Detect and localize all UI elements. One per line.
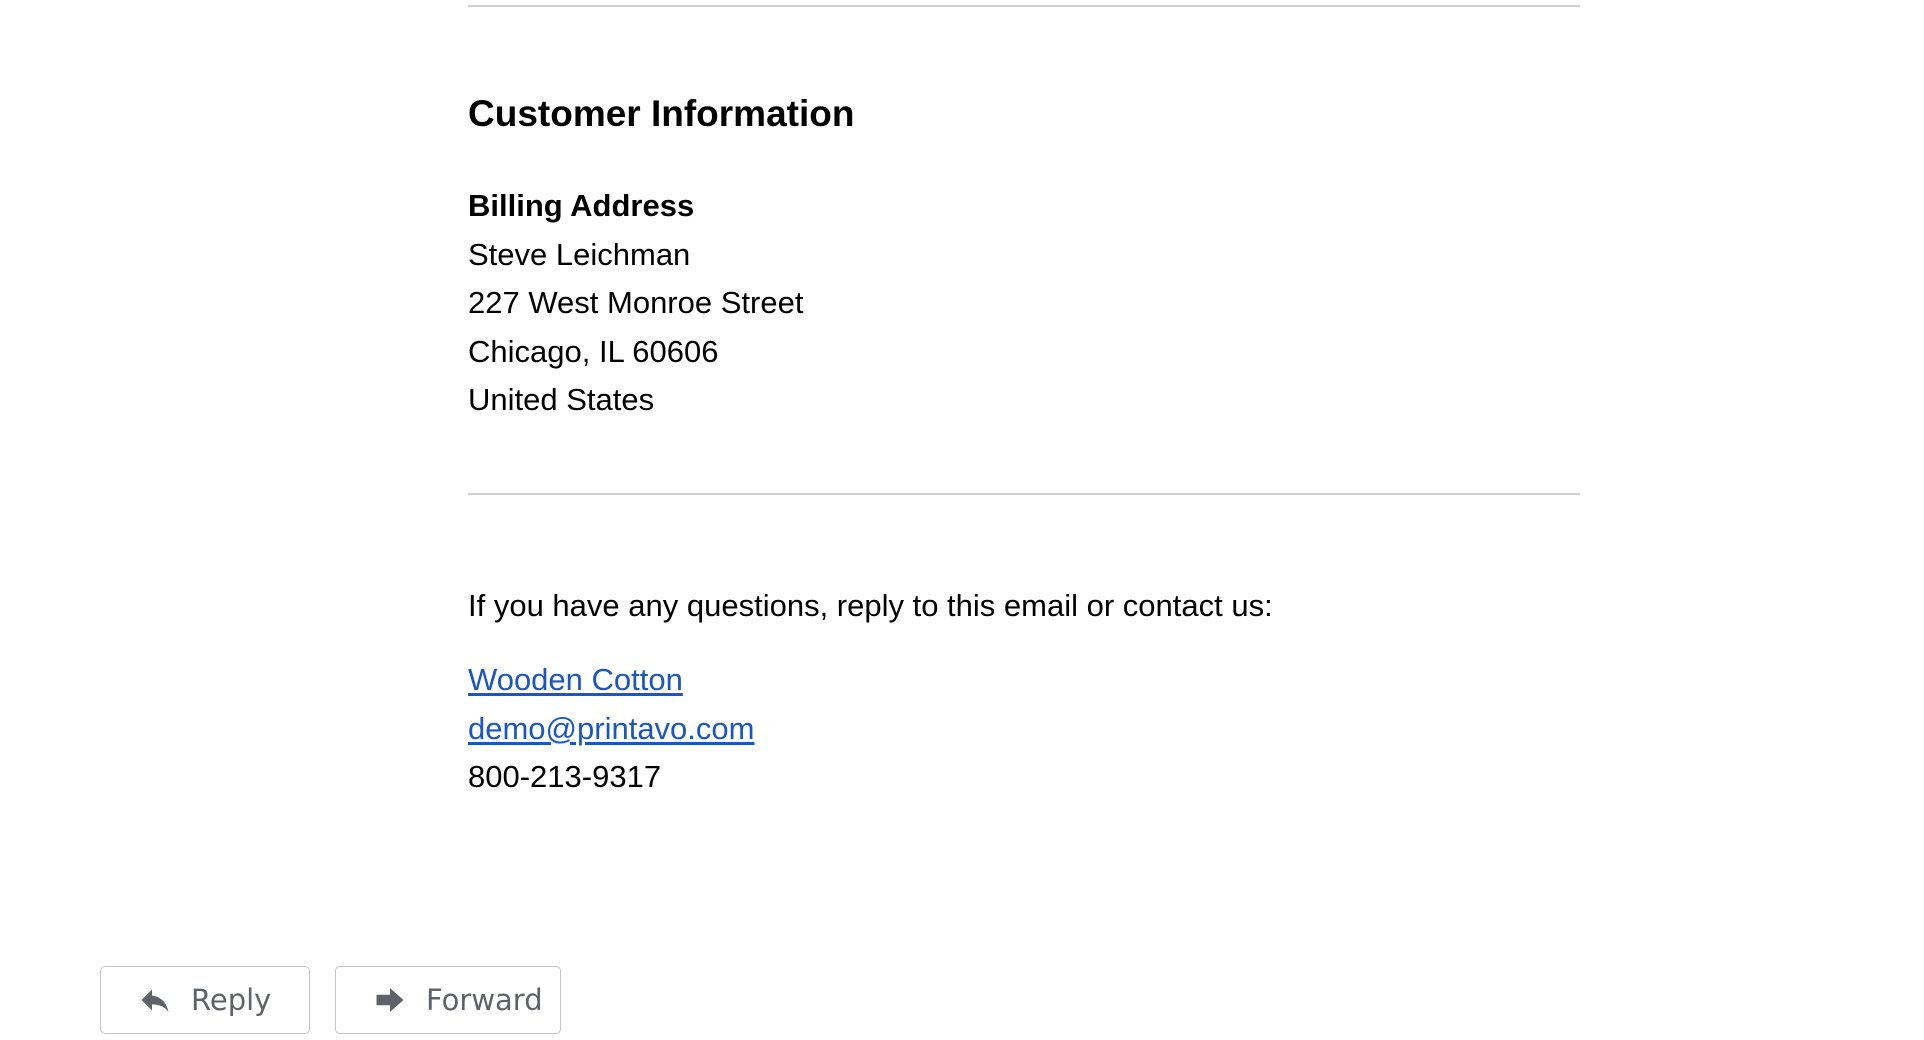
- reply-icon: [137, 982, 173, 1018]
- billing-street: 227 West Monroe Street: [468, 285, 804, 320]
- reply-button[interactable]: Reply: [100, 966, 310, 1034]
- middle-divider: [468, 493, 1580, 495]
- customer-information-heading: Customer Information: [468, 93, 855, 134]
- email-body: Customer Information Billing Address Ste…: [0, 0, 1924, 1040]
- forward-label: Forward: [426, 983, 543, 1017]
- contact-details: Wooden Cotton demo@printavo.com 800-213-…: [468, 656, 754, 802]
- reply-label: Reply: [191, 983, 272, 1017]
- billing-address-label: Billing Address: [468, 188, 695, 223]
- billing-country: United States: [468, 382, 655, 417]
- contact-intro-text: If you have any questions, reply to this…: [468, 588, 1273, 623]
- forward-button[interactable]: Forward: [335, 966, 561, 1034]
- phone-number: 800-213-9317: [468, 759, 662, 794]
- email-link[interactable]: demo@printavo.com: [468, 705, 754, 754]
- billing-name: Steve Leichman: [468, 236, 691, 272]
- forward-icon: [372, 982, 408, 1018]
- company-link[interactable]: Wooden Cotton: [468, 656, 754, 705]
- message-actions: Reply Forward: [100, 966, 561, 1034]
- top-divider: [468, 5, 1580, 7]
- billing-address: Billing Address Steve Leichman 227 West …: [468, 182, 803, 425]
- billing-city: Chicago, IL 60606: [468, 333, 719, 369]
